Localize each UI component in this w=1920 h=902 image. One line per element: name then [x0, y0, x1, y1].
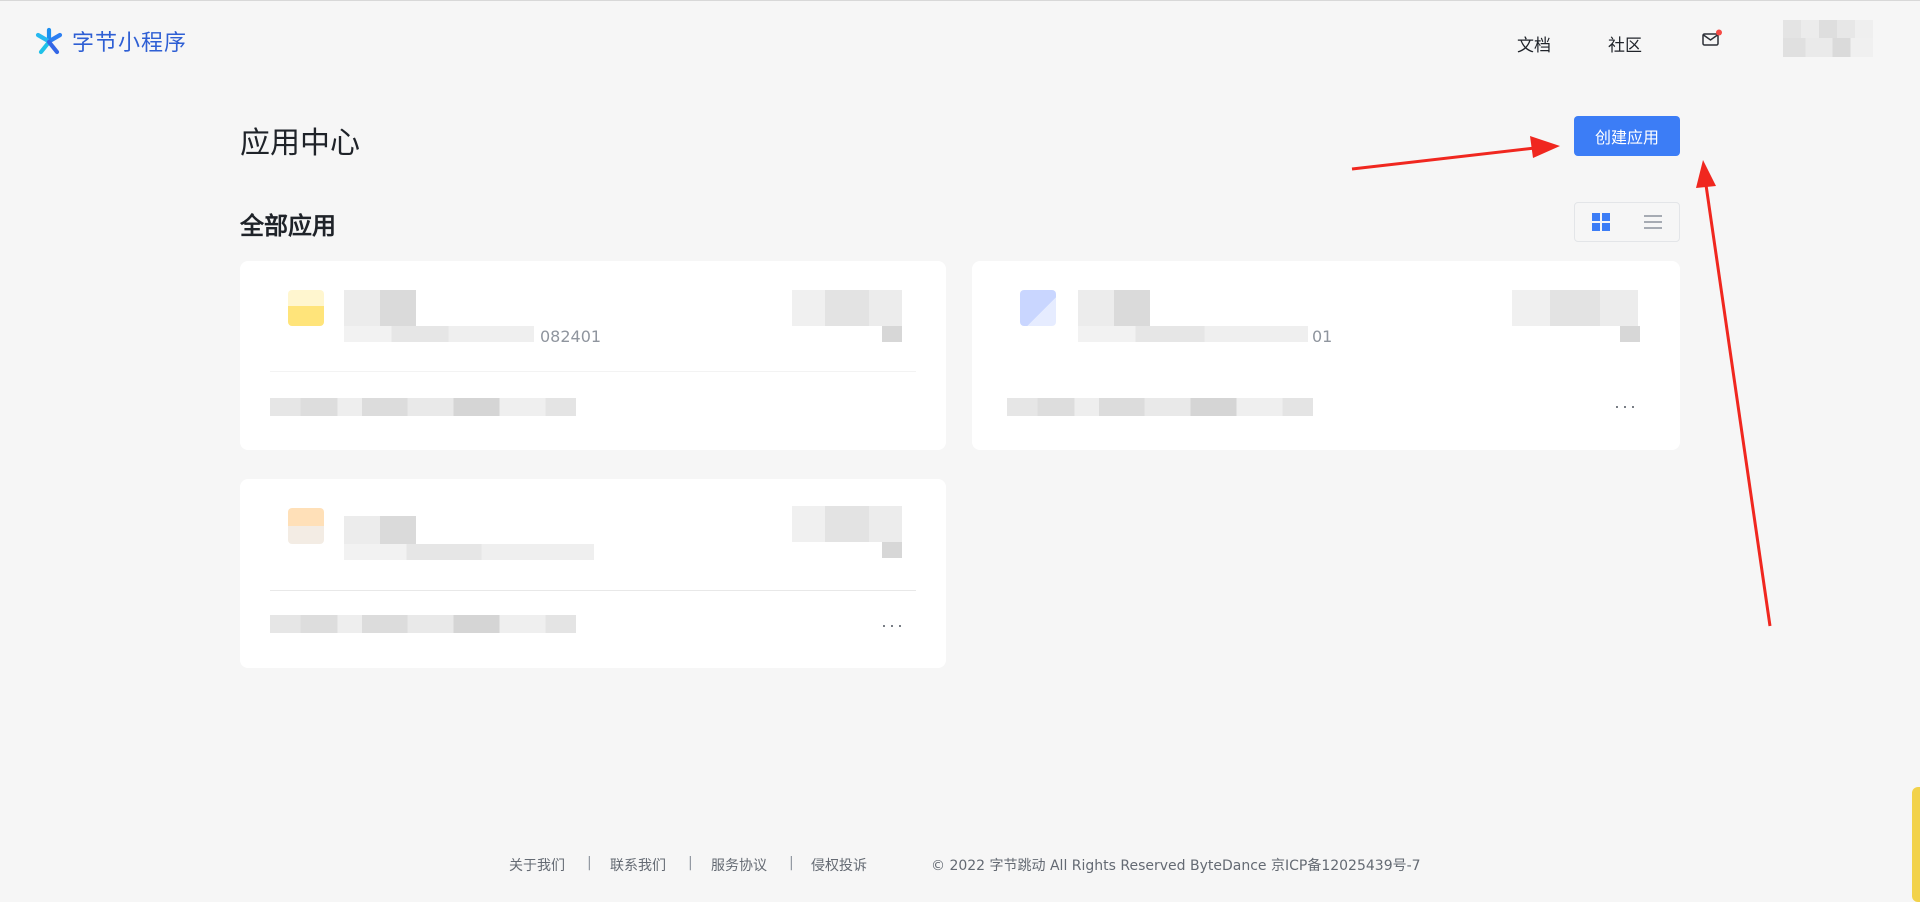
app-name-blurred: [344, 516, 416, 544]
footer-separator: |: [688, 855, 693, 871]
app-status-blurred: [1512, 290, 1638, 326]
grid-view-button[interactable]: [1587, 208, 1615, 236]
logo[interactable]: 字节小程序: [34, 26, 187, 56]
footer-link-about[interactable]: 关于我们: [509, 855, 565, 875]
app-icon: [288, 290, 324, 326]
user-avatar-blurred[interactable]: [1783, 20, 1873, 57]
copyright-text: © 2022 字节跳动 All Rights Reserved ByteDanc…: [931, 858, 1421, 874]
nav-docs-link[interactable]: 文档: [1517, 31, 1551, 56]
app-desc-blurred: [270, 615, 576, 633]
app-id-blurred: [344, 544, 594, 560]
app-id-fragment: 01: [1312, 327, 1333, 346]
app-status-blurred-sub: [882, 542, 902, 558]
footer-link-terms[interactable]: 服务协议: [711, 855, 767, 875]
app-status-blurred: [792, 290, 902, 326]
grid-view-icon: [1592, 213, 1610, 231]
footer-link-infringement[interactable]: 侵权投诉: [811, 855, 867, 875]
view-mode-toggle: [1574, 202, 1680, 242]
app-card[interactable]: 082401: [240, 261, 946, 450]
app-status-blurred-sub: [882, 326, 902, 342]
app-status-blurred: [792, 506, 902, 542]
footer: 关于我们 | 联系我们 | 服务协议 | 侵权投诉 © 2022 字节跳动 Al…: [0, 855, 1920, 875]
app-name-blurred: [344, 290, 416, 326]
list-view-button[interactable]: [1639, 208, 1667, 236]
arrowhead-up: [1696, 160, 1716, 188]
footer-separator: |: [789, 855, 794, 871]
more-options-button[interactable]: ···: [881, 615, 905, 636]
list-view-icon: [1644, 215, 1662, 229]
app-card[interactable]: 01 ···: [972, 261, 1680, 450]
app-icon: [288, 508, 324, 544]
mail-icon[interactable]: [1701, 29, 1723, 49]
app-id-blurred: [1078, 326, 1308, 342]
arrow-left: [1351, 146, 1536, 171]
arrow-up: [1704, 184, 1772, 627]
arrowhead-left: [1530, 136, 1560, 158]
footer-link-contact[interactable]: 联系我们: [610, 855, 666, 875]
app-id-blurred: [344, 326, 534, 342]
app-id-fragment: 082401: [540, 327, 602, 346]
footer-separator: |: [587, 855, 592, 871]
app-name-blurred: [1078, 290, 1150, 326]
app-desc-blurred: [1007, 398, 1313, 416]
side-edge-tab[interactable]: [1912, 787, 1920, 902]
page-title: 应用中心: [240, 126, 360, 161]
nav-community-link[interactable]: 社区: [1608, 31, 1642, 56]
logo-text: 字节小程序: [72, 31, 188, 56]
section-title: 全部应用: [240, 212, 336, 240]
card-divider: [270, 371, 916, 372]
app-desc-blurred: [270, 398, 576, 416]
app-card[interactable]: ···: [240, 479, 946, 668]
logo-star-icon: [35, 27, 63, 55]
app-status-blurred-sub: [1620, 326, 1640, 342]
top-navigation-bar: 字节小程序 文档 社区: [0, 0, 1920, 80]
app-icon: [1020, 290, 1056, 326]
create-app-button[interactable]: 创建应用: [1574, 116, 1680, 156]
card-divider: [270, 590, 916, 591]
more-options-button[interactable]: ···: [1614, 396, 1638, 417]
